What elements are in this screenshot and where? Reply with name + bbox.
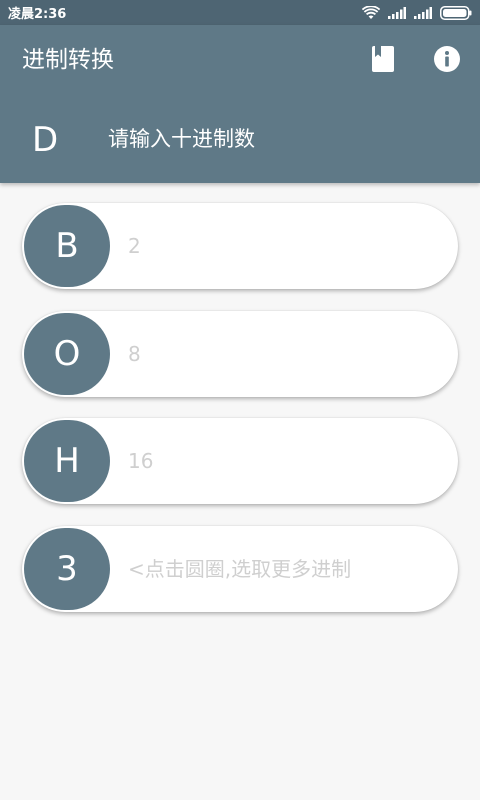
signal-icon bbox=[414, 6, 432, 19]
octal-row: O bbox=[22, 311, 458, 397]
hex-output[interactable] bbox=[128, 445, 448, 477]
info-button[interactable] bbox=[430, 44, 464, 78]
octal-output[interactable] bbox=[128, 338, 448, 370]
decimal-base-letter: D bbox=[32, 120, 59, 160]
wifi-icon bbox=[362, 5, 380, 20]
decimal-input[interactable] bbox=[108, 123, 448, 155]
battery-icon bbox=[440, 5, 472, 20]
info-icon bbox=[433, 45, 461, 77]
status-bar: 凌晨2:36 bbox=[0, 0, 480, 25]
custom-base-circle[interactable]: 3 bbox=[24, 528, 110, 610]
binary-base-circle[interactable]: B bbox=[24, 205, 110, 287]
hex-row: H bbox=[22, 418, 458, 504]
status-time: 凌晨2:36 bbox=[8, 7, 67, 22]
octal-base-circle[interactable]: O bbox=[24, 313, 110, 395]
hex-base-circle[interactable]: H bbox=[24, 420, 110, 502]
custom-base-row: 3 bbox=[22, 526, 458, 612]
app-title: 进制转换 bbox=[22, 47, 114, 73]
binary-row: B bbox=[22, 203, 458, 289]
book-button[interactable] bbox=[366, 44, 400, 78]
app-bar: 进制转换 D bbox=[0, 25, 480, 183]
signal-icon bbox=[388, 6, 406, 19]
book-icon bbox=[372, 46, 394, 76]
custom-base-output[interactable] bbox=[128, 553, 448, 585]
status-icons bbox=[362, 5, 472, 20]
binary-output[interactable] bbox=[128, 230, 448, 262]
